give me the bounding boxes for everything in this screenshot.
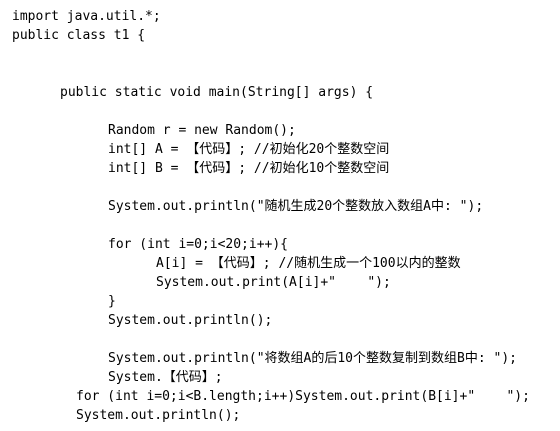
code-line-println-empty: System.out.println(); <box>108 313 273 328</box>
code-line-println-final: System.out.println(); <box>76 408 241 423</box>
code-line-assign-a: A[i] = 【代码】; //随机生成一个100以内的整数 <box>156 256 461 271</box>
code-line-import: import java.util.*; <box>12 9 161 24</box>
code-line-array-a: int[] A = 【代码】; //初始化20个整数空间 <box>108 142 390 157</box>
code-listing: import java.util.*; public class t1 { pu… <box>0 0 560 431</box>
code-line-array-b: int[] B = 【代码】; //初始化10个整数空间 <box>108 161 390 176</box>
code-line-main-decl: public static void main(String[] args) { <box>60 85 374 100</box>
code-line-for-loop-a: for (int i=0;i<20;i++){ <box>108 237 289 252</box>
code-line-arraycopy: System.【代码】; <box>108 370 223 385</box>
code-line-println-copy: System.out.println("将数组A的后10个整数复制到数组B中: … <box>108 351 517 366</box>
code-line-for-loop-b: for (int i=0;i<B.length;i++)System.out.p… <box>76 389 530 404</box>
code-line-println-a: System.out.println("随机生成20个整数放入数组A中: "); <box>108 199 484 214</box>
code-line-random: Random r = new Random(); <box>108 123 296 138</box>
code-line-print-a: System.out.print(A[i]+" "); <box>156 275 391 290</box>
code-line-class-decl: public class t1 { <box>12 28 146 43</box>
code-line-close-brace: } <box>108 294 116 309</box>
